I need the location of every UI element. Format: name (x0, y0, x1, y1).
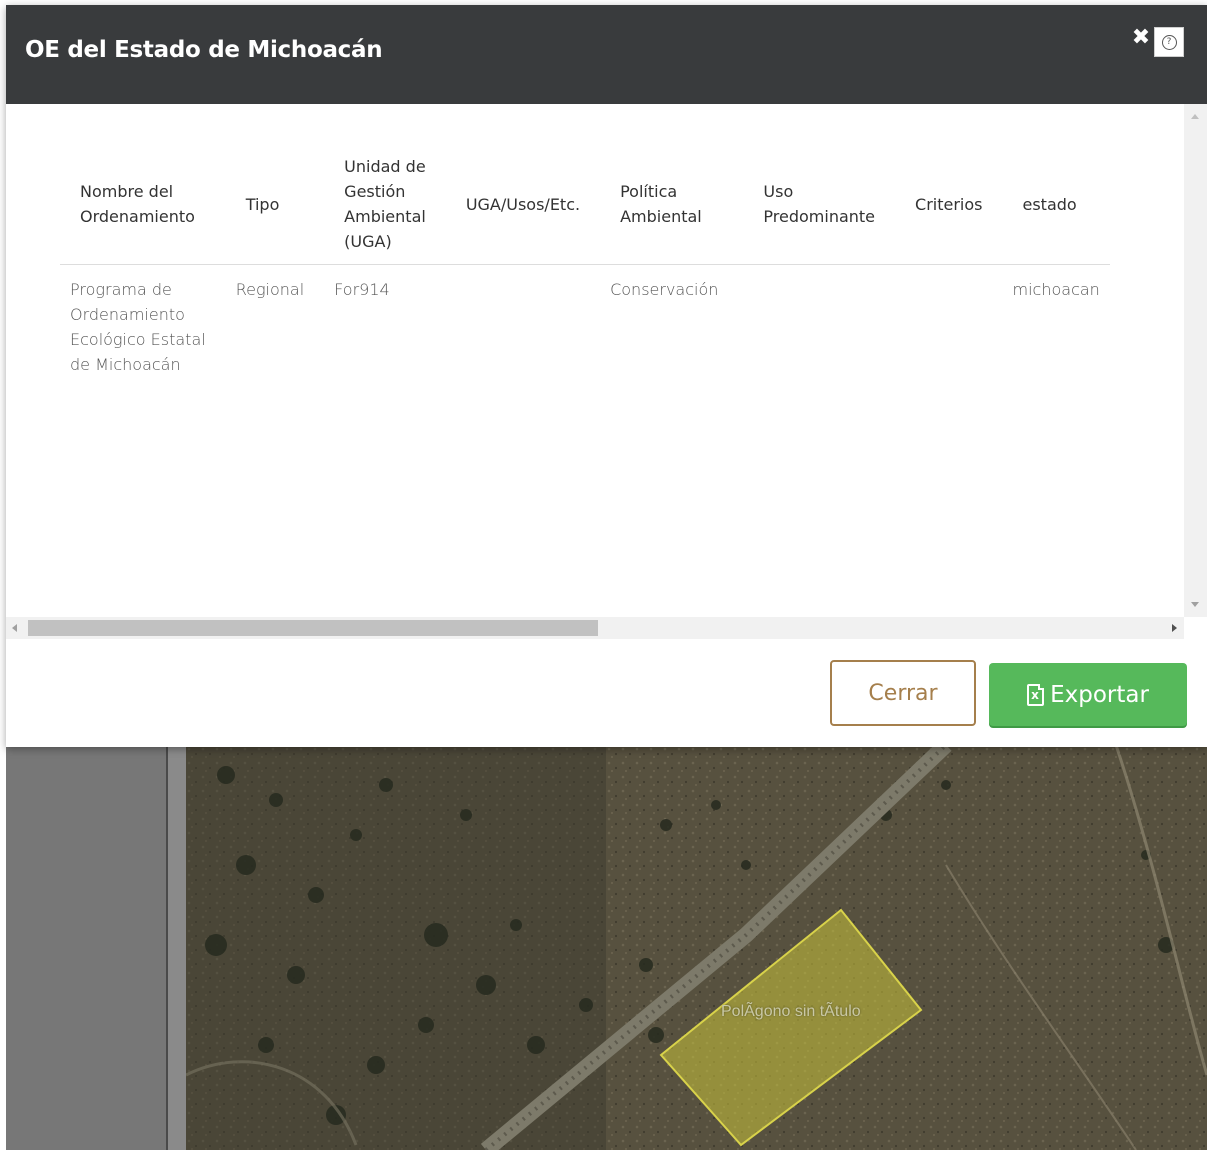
modal-dialog: OE del Estado de Michoacán ✖ ? Nombre de… (6, 5, 1207, 747)
cell-criterios (885, 265, 992, 390)
header-line: Gestión (344, 182, 406, 201)
cell-line: Programa de (70, 280, 172, 299)
header-line: Ambiental (620, 207, 702, 226)
cerrar-button[interactable]: Cerrar (830, 660, 976, 726)
map-imagery (186, 745, 1207, 1150)
col-header-estado: estado (992, 144, 1110, 265)
cell-uga-usos (436, 265, 590, 390)
modal-header: OE del Estado de Michoacán ✖ ? (6, 5, 1207, 104)
polygon-label: PolÃgono sin tÃtulo (721, 1003, 861, 1020)
cell-nombre: Programa de Ordenamiento Ecológico Estat… (60, 265, 216, 390)
help-button[interactable]: ? (1154, 27, 1184, 57)
exportar-label: Exportar (1050, 681, 1149, 708)
close-icon[interactable]: ✖ (1130, 27, 1152, 49)
vertical-scrollbar[interactable] (1184, 104, 1207, 617)
header-line: Nombre del (80, 182, 174, 201)
header-line: UGA/Usos/Etc. (465, 194, 581, 214)
excel-file-icon (1027, 683, 1045, 706)
col-header-uga: Unidad de Gestión Ambiental (UGA) (314, 144, 436, 265)
table-header-row: Nombre del Ordenamiento Tipo Unidad de G… (60, 144, 1110, 265)
col-header-uso: Uso Predominante (728, 144, 886, 265)
cell-line: For914 (334, 280, 390, 299)
scroll-left-arrow-icon[interactable] (12, 624, 17, 632)
cell-estado: michoacan (993, 265, 1110, 390)
map-gutter (168, 745, 186, 1150)
col-header-nombre: Nombre del Ordenamiento (60, 144, 216, 265)
header-line: Tipo (245, 194, 280, 214)
exportar-button[interactable]: Exportar (989, 663, 1187, 726)
table-row: Programa de Ordenamiento Ecológico Estat… (60, 265, 1110, 390)
cell-uga: For914 (314, 265, 436, 390)
header-line: estado (1022, 194, 1077, 214)
header-line: Unidad de (344, 157, 426, 176)
cell-line: Regional (235, 280, 305, 299)
header-line: Predominante (763, 207, 876, 226)
col-header-politica: Política Ambiental (590, 144, 729, 265)
cell-line: Ecológico Estatal (70, 330, 206, 349)
scroll-up-arrow-icon[interactable] (1191, 114, 1199, 119)
col-header-uga-usos: UGA/Usos/Etc. (435, 144, 591, 265)
help-icon: ? (1161, 34, 1177, 50)
col-header-criterios: Criterios (885, 144, 993, 265)
cell-line: Conservación (610, 280, 719, 299)
scroll-right-arrow-icon[interactable] (1172, 624, 1177, 632)
scrollbar-corner (1184, 617, 1207, 639)
results-table: Nombre del Ordenamiento Tipo Unidad de G… (60, 144, 1110, 389)
satellite-map[interactable]: PolÃgono sin tÃtulo (186, 745, 1207, 1150)
cell-line: de Michoacán (70, 355, 181, 374)
scroll-down-arrow-icon[interactable] (1191, 602, 1199, 607)
cell-line: Ordenamiento (70, 305, 185, 324)
horizontal-scrollbar[interactable] (6, 617, 1184, 639)
table-scroll-area[interactable]: Nombre del Ordenamiento Tipo Unidad de G… (6, 104, 1184, 617)
header-line: Política (620, 182, 678, 201)
cell-line: michoacan (1012, 280, 1100, 299)
header-line: Ordenamiento (80, 207, 195, 226)
header-line: Uso (763, 182, 794, 201)
cell-politica: Conservación (590, 265, 728, 390)
header-line: Criterios (915, 194, 983, 214)
cell-uso (728, 265, 885, 390)
header-line: (UGA) (344, 232, 392, 251)
col-header-tipo: Tipo (215, 144, 315, 265)
header-line: Ambiental (344, 207, 426, 226)
side-panel (6, 745, 166, 1150)
modal-title: OE del Estado de Michoacán (25, 37, 383, 63)
cell-tipo: Regional (216, 265, 314, 390)
horizontal-scroll-thumb[interactable] (28, 620, 598, 636)
